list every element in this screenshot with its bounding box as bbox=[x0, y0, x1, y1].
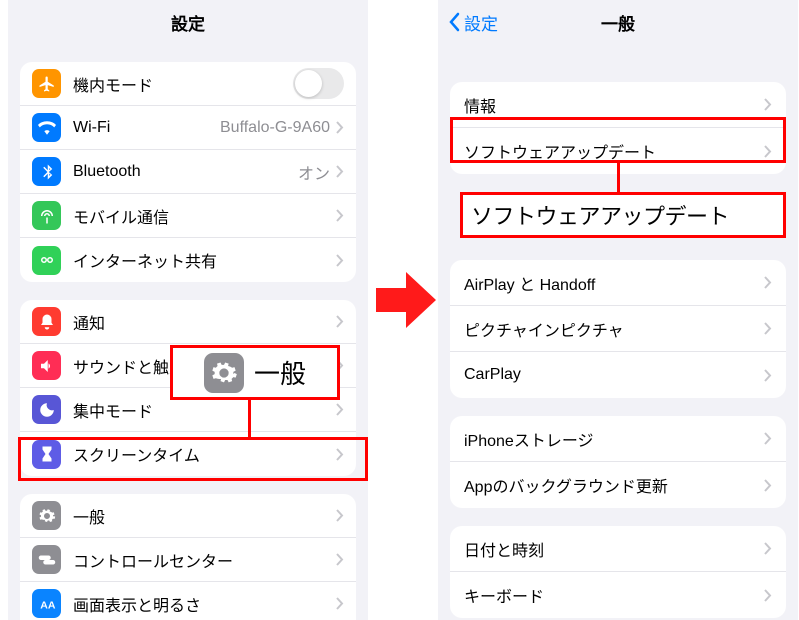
chevron-icon bbox=[336, 553, 344, 566]
general-callout-text: 一般 bbox=[254, 354, 306, 391]
chevron-icon bbox=[336, 121, 344, 134]
airplane-toggle[interactable] bbox=[293, 68, 344, 99]
bluetooth-row[interactable]: Bluetooth オン bbox=[20, 150, 356, 194]
connector-line bbox=[248, 400, 251, 438]
update-callout-text: ソフトウェアアップデート bbox=[471, 199, 729, 231]
chevron-icon bbox=[336, 448, 344, 461]
update-callout: ソフトウェアアップデート bbox=[460, 192, 786, 238]
wifi-value: Buffalo-G-9A60 bbox=[220, 119, 330, 137]
info-group: 情報 ソフトウェアアップデート bbox=[450, 82, 786, 174]
connector-line bbox=[617, 163, 620, 193]
notifications-label: 通知 bbox=[73, 310, 336, 334]
software-update-label: ソフトウェアアップデート bbox=[464, 139, 764, 163]
focus-label: 集中モード bbox=[73, 398, 336, 422]
svg-text:AA: AA bbox=[40, 599, 56, 611]
speaker-icon bbox=[32, 351, 61, 380]
hotspot-icon bbox=[32, 246, 61, 275]
airplane-icon bbox=[32, 69, 61, 98]
chevron-icon bbox=[764, 369, 772, 382]
chevron-icon bbox=[336, 254, 344, 267]
carplay-label: CarPlay bbox=[464, 366, 764, 384]
back-button[interactable]: 設定 bbox=[448, 10, 498, 35]
general-label: 一般 bbox=[73, 504, 336, 528]
bluetooth-value: オン bbox=[298, 160, 330, 184]
hourglass-icon bbox=[32, 440, 61, 469]
wifi-label: Wi-Fi bbox=[73, 119, 220, 137]
hotspot-label: インターネット共有 bbox=[73, 248, 336, 272]
pip-row[interactable]: ピクチャインピクチャ bbox=[450, 306, 786, 352]
moon-icon bbox=[32, 395, 61, 424]
airplane-label: 機内モード bbox=[73, 72, 293, 96]
display-row[interactable]: AA 画面表示と明るさ bbox=[20, 582, 356, 620]
chevron-icon bbox=[764, 276, 772, 289]
chevron-icon bbox=[336, 315, 344, 328]
bell-icon bbox=[32, 307, 61, 336]
navigation-arrow-icon bbox=[376, 268, 436, 337]
pip-label: ピクチャインピクチャ bbox=[464, 317, 764, 341]
datetime-label: 日付と時刻 bbox=[464, 537, 764, 561]
chevron-icon bbox=[764, 145, 772, 158]
datetime-row[interactable]: 日付と時刻 bbox=[450, 526, 786, 572]
notifications-row[interactable]: 通知 bbox=[20, 300, 356, 344]
chevron-icon bbox=[336, 509, 344, 522]
chevron-icon bbox=[764, 542, 772, 555]
gear-icon bbox=[32, 501, 61, 530]
switches-icon bbox=[32, 545, 61, 574]
bgrefresh-row[interactable]: Appのバックグラウンド更新 bbox=[450, 462, 786, 508]
storage-label: iPhoneストレージ bbox=[464, 427, 764, 451]
chevron-icon bbox=[764, 432, 772, 445]
screentime-label: スクリーンタイム bbox=[73, 442, 336, 466]
wifi-row[interactable]: Wi-Fi Buffalo-G-9A60 bbox=[20, 106, 356, 150]
airplay-row[interactable]: AirPlay と Handoff bbox=[450, 260, 786, 306]
hotspot-row[interactable]: インターネット共有 bbox=[20, 238, 356, 282]
general-title: 一般 bbox=[601, 10, 635, 35]
chevron-icon bbox=[764, 98, 772, 111]
connectivity-group: 機内モード Wi-Fi Buffalo-G-9A60 Bluetooth オン … bbox=[20, 62, 356, 282]
system-group: 一般 コントロールセンター AA 画面表示と明るさ ホーム画面 アクセシビリティ bbox=[20, 494, 356, 620]
text-size-icon: AA bbox=[32, 589, 61, 618]
chevron-icon bbox=[336, 209, 344, 222]
bgrefresh-label: Appのバックグラウンド更新 bbox=[464, 473, 764, 497]
keyboard-row[interactable]: キーボード bbox=[450, 572, 786, 618]
chevron-icon bbox=[336, 403, 344, 416]
antenna-icon bbox=[32, 201, 61, 230]
cellular-row[interactable]: モバイル通信 bbox=[20, 194, 356, 238]
info-label: 情報 bbox=[464, 93, 764, 117]
wifi-icon bbox=[32, 113, 61, 142]
storage-row[interactable]: iPhoneストレージ bbox=[450, 416, 786, 462]
display-label: 画面表示と明るさ bbox=[73, 592, 336, 616]
general-screen: 設定 一般 情報 ソフトウェアアップデート AirPlay と Handoff … bbox=[438, 0, 798, 620]
cellular-label: モバイル通信 bbox=[73, 204, 336, 228]
gear-icon bbox=[204, 353, 244, 393]
control-center-row[interactable]: コントロールセンター bbox=[20, 538, 356, 582]
bluetooth-label: Bluetooth bbox=[73, 163, 298, 181]
chevron-icon bbox=[764, 322, 772, 335]
control-label: コントロールセンター bbox=[73, 548, 336, 572]
general-row[interactable]: 一般 bbox=[20, 494, 356, 538]
info-row[interactable]: 情報 bbox=[450, 82, 786, 128]
airplane-mode-row[interactable]: 機内モード bbox=[20, 62, 356, 106]
media-group: AirPlay と Handoff ピクチャインピクチャ CarPlay bbox=[450, 260, 786, 398]
settings-title: 設定 bbox=[171, 10, 205, 35]
settings-header: 設定 bbox=[8, 0, 368, 44]
back-label: 設定 bbox=[464, 10, 498, 35]
screentime-row[interactable]: スクリーンタイム bbox=[20, 432, 356, 476]
airplay-label: AirPlay と Handoff bbox=[464, 271, 764, 295]
storage-group: iPhoneストレージ Appのバックグラウンド更新 bbox=[450, 416, 786, 508]
chevron-icon bbox=[336, 165, 344, 178]
chevron-icon bbox=[764, 479, 772, 492]
settings-screen: 設定 機内モード Wi-Fi Buffalo-G-9A60 Bluetooth … bbox=[8, 0, 368, 620]
general-header: 設定 一般 bbox=[438, 0, 798, 44]
carplay-row[interactable]: CarPlay bbox=[450, 352, 786, 398]
general-callout: 一般 bbox=[170, 345, 340, 400]
keyboard-label: キーボード bbox=[464, 583, 764, 607]
chevron-icon bbox=[764, 589, 772, 602]
bluetooth-icon bbox=[32, 157, 61, 186]
chevron-icon bbox=[336, 597, 344, 610]
region-group: 日付と時刻 キーボード bbox=[450, 526, 786, 618]
